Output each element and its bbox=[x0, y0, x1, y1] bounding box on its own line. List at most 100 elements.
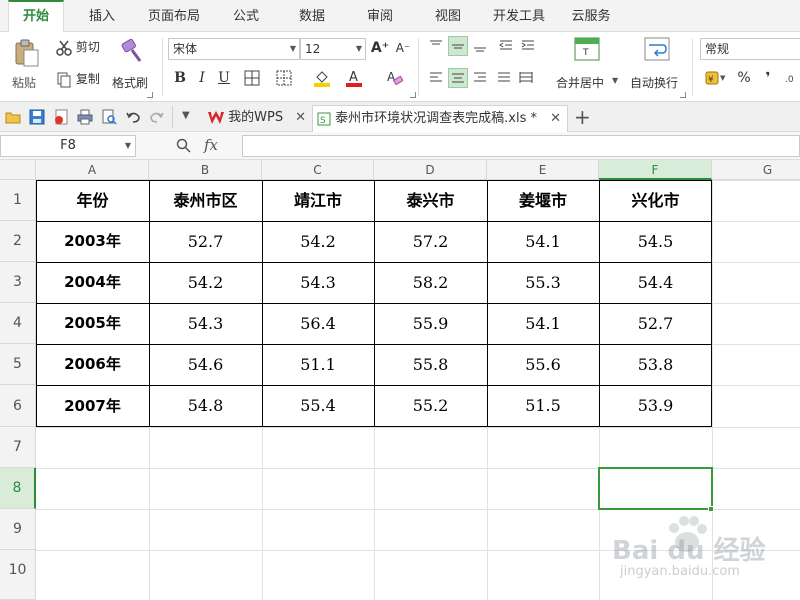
fill-pattern-button[interactable] bbox=[274, 68, 294, 88]
table-cell[interactable]: 52.7 bbox=[149, 221, 262, 262]
table-cell[interactable]: 54.4 bbox=[599, 262, 712, 303]
wrap-text-button[interactable]: 自动换行 bbox=[628, 36, 688, 96]
row-header-6[interactable]: 6 bbox=[0, 385, 36, 427]
font-grow-button[interactable]: A⁺ bbox=[370, 38, 390, 58]
table-header-cell[interactable]: 泰兴市 bbox=[374, 180, 487, 221]
export-pdf-icon[interactable] bbox=[53, 109, 69, 125]
copy-button[interactable]: 复制 bbox=[56, 70, 100, 88]
table-cell[interactable]: 54.1 bbox=[487, 221, 599, 262]
print-icon[interactable] bbox=[77, 109, 93, 125]
table-cell[interactable]: 58.2 bbox=[374, 262, 487, 303]
table-cell[interactable]: 51.1 bbox=[262, 344, 374, 385]
table-cell[interactable]: 55.4 bbox=[262, 385, 374, 427]
cut-button[interactable]: 剪切 bbox=[56, 38, 100, 56]
tab-my-wps[interactable]: 我的WPS ✕ bbox=[204, 105, 310, 132]
table-cell[interactable]: 55.8 bbox=[374, 344, 487, 385]
table-cell[interactable]: 55.6 bbox=[487, 344, 599, 385]
table-cell[interactable]: 54.2 bbox=[149, 262, 262, 303]
distributed-button[interactable] bbox=[516, 68, 536, 88]
decrease-indent-button[interactable] bbox=[496, 36, 516, 56]
row-header-7[interactable]: 7 bbox=[0, 427, 36, 468]
format-painter-button[interactable]: 格式刷 bbox=[112, 36, 154, 96]
comma-style-button[interactable]: ❜ bbox=[758, 68, 778, 88]
table-cell[interactable]: 54.8 bbox=[149, 385, 262, 427]
font-color-button[interactable]: A bbox=[344, 68, 364, 88]
table-cell[interactable]: 55.9 bbox=[374, 303, 487, 344]
font-name-select[interactable]: 宋体 ▼ bbox=[168, 38, 300, 60]
align-bottom-button[interactable] bbox=[470, 36, 490, 56]
bold-button[interactable]: B bbox=[170, 68, 190, 88]
justify-button[interactable] bbox=[494, 68, 514, 88]
function-wizard-icon[interactable]: fx bbox=[204, 136, 218, 154]
table-cell[interactable]: 53.9 bbox=[599, 385, 712, 427]
table-cell[interactable]: 54.2 bbox=[262, 221, 374, 262]
table-cell[interactable]: 2005年 bbox=[36, 303, 149, 344]
print-preview-icon[interactable] bbox=[101, 109, 117, 125]
table-header-cell[interactable]: 靖江市 bbox=[262, 180, 374, 221]
close-icon[interactable]: ✕ bbox=[550, 106, 561, 132]
active-cell-selection[interactable] bbox=[598, 467, 713, 510]
redo-icon[interactable] bbox=[149, 109, 165, 125]
font-launcher-icon[interactable] bbox=[410, 92, 416, 98]
menu-tab-developer[interactable]: 开发工具 bbox=[486, 0, 552, 32]
row-header-9[interactable]: 9 bbox=[0, 509, 36, 550]
tab-document[interactable]: S 泰州市环境状况调查表完成稿.xls * ✕ bbox=[312, 105, 568, 132]
alignment-launcher-icon[interactable] bbox=[680, 92, 686, 98]
column-header-d[interactable]: D bbox=[374, 160, 487, 180]
menu-tab-review[interactable]: 审阅 bbox=[358, 0, 402, 32]
menu-tab-cloud[interactable]: 云服务 bbox=[566, 0, 616, 32]
row-header-3[interactable]: 3 bbox=[0, 262, 36, 303]
name-box[interactable]: F8 ▼ bbox=[0, 135, 136, 157]
menu-tab-data[interactable]: 数据 bbox=[290, 0, 334, 32]
table-cell[interactable]: 53.8 bbox=[599, 344, 712, 385]
column-header-g[interactable]: G bbox=[712, 160, 800, 180]
undo-icon[interactable] bbox=[125, 109, 141, 125]
table-cell[interactable]: 52.7 bbox=[599, 303, 712, 344]
borders-button[interactable] bbox=[242, 68, 262, 88]
fill-handle[interactable] bbox=[708, 506, 714, 512]
menu-tab-page-layout[interactable]: 页面布局 bbox=[142, 0, 206, 32]
merge-center-button[interactable]: T 合并居中 ▼ bbox=[552, 36, 624, 96]
table-cell[interactable]: 2007年 bbox=[36, 385, 149, 427]
table-cell[interactable]: 54.6 bbox=[149, 344, 262, 385]
increase-indent-button[interactable] bbox=[518, 36, 538, 56]
currency-button[interactable]: ¥ ▼ bbox=[702, 68, 730, 88]
align-right-button[interactable] bbox=[470, 68, 490, 88]
row-header-4[interactable]: 4 bbox=[0, 303, 36, 344]
save-icon[interactable] bbox=[29, 109, 45, 125]
paste-button[interactable]: 粘贴 bbox=[10, 36, 44, 96]
underline-button[interactable]: U bbox=[214, 68, 234, 88]
row-header-8[interactable]: 8 bbox=[0, 468, 36, 509]
clear-format-button[interactable]: A bbox=[384, 68, 404, 88]
column-header-b[interactable]: B bbox=[149, 160, 262, 180]
table-header-cell[interactable]: 兴化市 bbox=[599, 180, 712, 221]
table-cell[interactable]: 2004年 bbox=[36, 262, 149, 303]
table-cell[interactable]: 56.4 bbox=[262, 303, 374, 344]
zoom-search-icon[interactable] bbox=[176, 138, 192, 154]
table-cell[interactable]: 51.5 bbox=[487, 385, 599, 427]
number-format-select[interactable]: 常规 bbox=[700, 38, 800, 60]
percent-button[interactable]: % bbox=[734, 68, 754, 88]
table-cell[interactable]: 2006年 bbox=[36, 344, 149, 385]
italic-button[interactable]: I bbox=[192, 68, 212, 88]
table-cell[interactable]: 54.5 bbox=[599, 221, 712, 262]
open-folder-icon[interactable] bbox=[5, 109, 21, 125]
align-left-button[interactable] bbox=[426, 68, 446, 88]
table-header-cell[interactable]: 泰州市区 bbox=[149, 180, 262, 221]
close-icon[interactable]: ✕ bbox=[295, 105, 306, 131]
column-header-c[interactable]: C bbox=[262, 160, 374, 180]
table-cell[interactable]: 2003年 bbox=[36, 221, 149, 262]
menu-tab-view[interactable]: 视图 bbox=[426, 0, 470, 32]
row-header-5[interactable]: 5 bbox=[0, 344, 36, 385]
clipboard-launcher-icon[interactable] bbox=[147, 92, 153, 98]
align-center-button[interactable] bbox=[448, 68, 468, 88]
decimal-button[interactable]: .0 bbox=[782, 68, 800, 88]
menu-tab-formulas[interactable]: 公式 bbox=[224, 0, 268, 32]
row-header-1[interactable]: 1 bbox=[0, 180, 36, 221]
row-header-10[interactable]: 10 bbox=[0, 550, 36, 600]
table-cell[interactable]: 54.3 bbox=[149, 303, 262, 344]
fill-color-button[interactable] bbox=[312, 68, 332, 88]
column-header-a[interactable]: A bbox=[36, 160, 149, 180]
font-size-select[interactable]: 12 ▼ bbox=[300, 38, 366, 60]
new-tab-plus-icon[interactable]: + bbox=[574, 105, 591, 129]
